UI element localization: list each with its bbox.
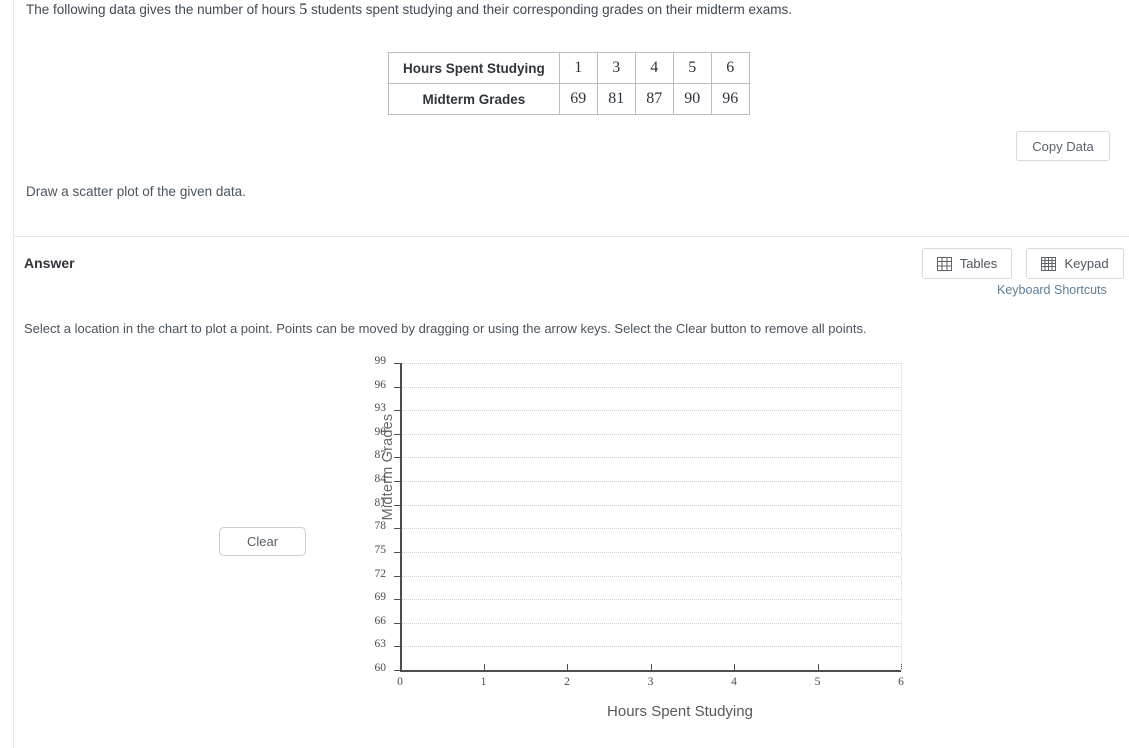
- y-axis-tick-label: 63: [374, 638, 387, 651]
- clear-button[interactable]: Clear: [219, 527, 306, 556]
- section-divider: [14, 236, 1129, 237]
- x-axis-title: Hours Spent Studying: [607, 703, 753, 720]
- table-grid-icon: [936, 256, 952, 271]
- y-axis-tick-label: 84: [374, 473, 387, 486]
- data-table: Hours Spent Studying 1 3 4 5 6 Midterm G…: [388, 52, 750, 115]
- y-axis-tick-label: 90: [374, 425, 387, 438]
- y-axis-tick-label: 87: [374, 449, 387, 462]
- x-axis-tick-label: 5: [814, 676, 821, 688]
- x-axis-tick-label: 2: [564, 676, 570, 688]
- chart-instruction-text: Select a location in the chart to plot a…: [24, 321, 867, 336]
- y-axis-tick-label: 72: [374, 567, 387, 580]
- table-row-header: Hours Spent Studying: [388, 52, 560, 84]
- keypad-button[interactable]: Keypad: [1026, 248, 1124, 279]
- keypad-grid-icon: [1041, 256, 1057, 271]
- y-axis-tick-label: 66: [374, 614, 387, 627]
- page-left-rule: [13, 0, 14, 748]
- y-axis-tick-label: 78: [374, 520, 387, 533]
- y-axis-tick-label: 96: [374, 378, 387, 391]
- table-cell: 90: [672, 83, 712, 115]
- clear-button-label: Clear: [246, 534, 279, 549]
- table-cell: 81: [596, 83, 636, 115]
- scatter-plot-chart: Midterm Grades Hours Spent Studying 60 63…: [330, 355, 930, 730]
- table-cell: 96: [710, 83, 750, 115]
- table-cell: 3: [596, 52, 636, 84]
- table-cell: 6: [710, 52, 750, 84]
- table-row: Hours Spent Studying 1 3 4 5 6: [388, 52, 750, 84]
- problem-statement-after: students spent studying and their corres…: [310, 2, 792, 17]
- x-axis-line: [400, 670, 901, 672]
- keypad-button-label: Keypad: [1064, 256, 1109, 271]
- x-axis-tick-label: 1: [480, 676, 487, 688]
- x-axis-tick-label: 4: [731, 676, 737, 688]
- tables-button[interactable]: Tables: [922, 248, 1012, 279]
- table-cell: 5: [672, 52, 712, 84]
- tables-button-label: Tables: [959, 256, 998, 271]
- y-axis-tick-label: 81: [374, 496, 387, 509]
- y-axis-tick-label: 69: [374, 591, 387, 604]
- table-row-header: Midterm Grades: [388, 83, 560, 115]
- table-row: Midterm Grades 69 81 87 90 96: [388, 83, 750, 115]
- plot-click-surface[interactable]: [400, 363, 901, 670]
- table-cell: 1: [558, 52, 598, 84]
- table-cell: 69: [558, 83, 598, 115]
- copy-data-button-label: Copy Data: [1032, 138, 1094, 154]
- keyboard-shortcuts-link[interactable]: Keyboard Shortcuts: [997, 283, 1107, 297]
- y-axis-tick-label: 60: [374, 662, 387, 674]
- problem-statement: The following data gives the number of h…: [26, 0, 792, 20]
- table-cell: 4: [634, 52, 674, 84]
- problem-statement-before: The following data gives the number of h…: [26, 2, 296, 17]
- table-cell: 87: [634, 83, 674, 115]
- y-axis-tick-label: 75: [374, 543, 387, 556]
- y-axis-tick-label: 93: [374, 402, 387, 415]
- answer-heading: Answer: [24, 255, 75, 271]
- problem-statement-variable: 5: [299, 1, 308, 18]
- draw-instruction: Draw a scatter plot of the given data.: [26, 184, 246, 199]
- y-axis-tick-label: 99: [374, 355, 387, 367]
- x-axis-tick-label: 0: [397, 676, 403, 688]
- x-axis-tick-label: 6: [898, 676, 904, 688]
- chart-right-bound: [901, 363, 902, 670]
- exercise-page: The following data gives the number of h…: [0, 0, 1129, 748]
- data-table-container: Hours Spent Studying 1 3 4 5 6 Midterm G…: [388, 52, 750, 115]
- copy-data-button[interactable]: Copy Data: [1016, 131, 1110, 161]
- x-axis-tick-label: 3: [647, 676, 654, 688]
